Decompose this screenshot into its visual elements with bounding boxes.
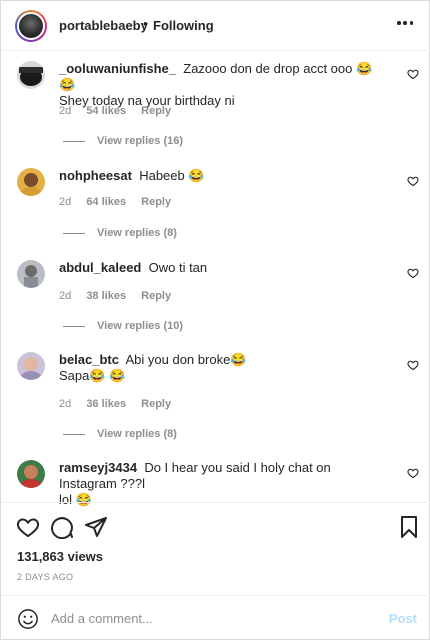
author-username[interactable]: portablebaeby <box>59 18 148 33</box>
commenter-avatar[interactable] <box>17 260 45 288</box>
view-replies-label: View replies (8) <box>97 227 177 239</box>
comment-likes[interactable]: 64 likes <box>86 196 126 208</box>
heart-icon[interactable] <box>407 467 419 479</box>
comment-text-line2: Sapa😂 😂 <box>59 368 126 383</box>
post-timestamp: 2 DAYS AGO <box>17 572 74 582</box>
post-header: portablebaeby • Following <box>1 1 430 51</box>
commenter-avatar[interactable] <box>17 352 45 380</box>
more-icon[interactable] <box>397 21 413 25</box>
comment-text: Abi you don broke😂 <box>125 352 247 367</box>
comment-likes[interactable]: 54 likes <box>86 105 126 117</box>
heart-icon[interactable] <box>16 515 40 539</box>
comment-text: Habeeb 😂 <box>139 168 205 183</box>
view-count[interactable]: 131,863 views <box>17 549 103 564</box>
comment-username[interactable]: ramseyj3434 <box>59 460 137 475</box>
comment-time: 2d <box>59 290 72 302</box>
comment-username[interactable]: belac_btc <box>59 352 119 367</box>
following-button[interactable]: Following <box>153 18 214 33</box>
comment-input[interactable] <box>51 607 371 629</box>
comment-likes[interactable]: 36 likes <box>86 398 126 410</box>
reply-button[interactable]: Reply <box>141 290 171 302</box>
commenter-avatar[interactable] <box>17 168 45 196</box>
comment-body: ramseyj3434 Do I hear you said I holy ch… <box>59 460 389 508</box>
reply-button[interactable]: Reply <box>141 196 171 208</box>
comment-body: nohpheesat Habeeb 😂 <box>59 168 389 184</box>
author-avatar[interactable] <box>15 10 47 42</box>
view-replies-button[interactable]: View replies (16) <box>63 135 183 147</box>
comment-time: 2d <box>59 196 72 208</box>
reply-button[interactable]: Reply <box>141 105 171 117</box>
view-replies-label: View replies (10) <box>97 320 184 332</box>
view-replies-label: View replies (8) <box>97 428 177 440</box>
comment-body: abdul_kaleed Owo ti tan <box>59 260 389 276</box>
comment-meta: 2d 54 likes Reply <box>59 105 183 117</box>
comment-meta: 2d 36 likes Reply <box>59 398 183 410</box>
commenter-avatar[interactable] <box>17 61 45 89</box>
comment-text: Owo ti tan <box>148 260 208 275</box>
heart-icon[interactable] <box>407 68 419 80</box>
comment-body: _ooluwaniunfishe_ Zazooo don de drop acc… <box>59 61 389 109</box>
share-icon[interactable] <box>84 515 108 539</box>
comment-username[interactable]: abdul_kaleed <box>59 260 141 275</box>
comment-likes[interactable]: 38 likes <box>86 290 126 302</box>
view-replies-button[interactable]: View replies (8) <box>63 227 177 239</box>
view-replies-label: View replies (16) <box>97 135 184 147</box>
comment-time: 2d <box>59 398 72 410</box>
comment-username[interactable]: nohpheesat <box>59 168 132 183</box>
comment-username[interactable]: _ooluwaniunfishe_ <box>59 61 176 76</box>
comment-meta: 2d 64 likes Reply <box>59 196 183 208</box>
emoji-icon[interactable] <box>17 608 39 630</box>
header-separator: • <box>143 16 148 31</box>
view-replies-button[interactable]: View replies (8) <box>63 428 177 440</box>
comment-body: belac_btc Abi you don broke😂 Sapa😂 😂 <box>59 352 389 384</box>
bookmark-icon[interactable] <box>397 515 421 539</box>
comment-time: 2d <box>59 105 72 117</box>
comment-icon[interactable] <box>50 515 74 539</box>
heart-icon[interactable] <box>407 267 419 279</box>
reply-button[interactable]: Reply <box>141 398 171 410</box>
post-panel: portablebaeby • Following _ooluwaniunfis… <box>0 0 430 640</box>
view-replies-button[interactable]: View replies (10) <box>63 320 183 332</box>
post-button[interactable]: Post <box>389 611 417 626</box>
comment-meta: 2d 38 likes Reply <box>59 290 183 302</box>
heart-icon[interactable] <box>407 359 419 371</box>
add-comment-bar: Post <box>1 595 430 640</box>
heart-icon[interactable] <box>407 175 419 187</box>
commenter-avatar[interactable] <box>17 460 45 488</box>
action-bar <box>1 502 430 552</box>
